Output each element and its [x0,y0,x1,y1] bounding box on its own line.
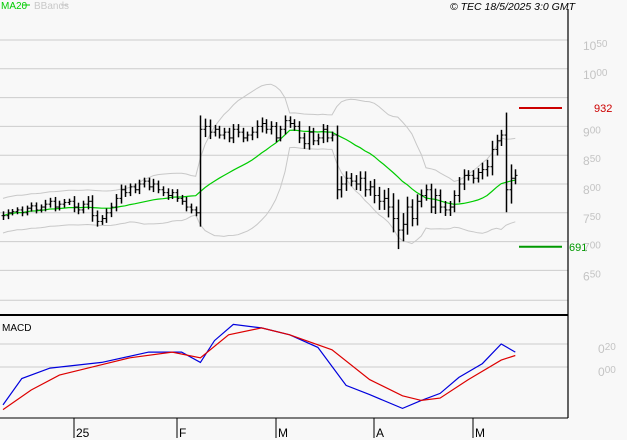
y-tick-label-decimals: 00 [596,68,608,79]
macd-tick-label-decimals: 20 [605,342,617,353]
y-tick-label: 700 [583,241,601,255]
macd-line [2,323,516,410]
x-tick-label: 25 [76,426,90,440]
x-axis-labels: 25 F M A M [73,418,485,440]
y-tick-label-decimals: 50 [590,269,602,280]
legend-ma20: MA20 [1,1,28,12]
y-axis-labels: 1050 1000 900 850 800 750 700 650 020 000 [583,39,616,379]
stock-chart: 932691 10501000900850800750700650020000 … [0,1,616,440]
macd-tick-label: 000 [598,365,616,379]
y-tick-label: 800 [583,183,601,197]
high-marker-label: 932 [594,103,612,115]
y-tick-label-decimals: 50 [596,39,608,50]
macd-tick-label-decimals: 00 [605,365,617,376]
bollinger-bands [2,83,516,245]
x-tick-label: M [475,426,485,440]
y-tick-label-decimals: 50 [590,212,602,223]
y-tick-label-decimals: 00 [590,125,602,136]
y-tick-label: 650 [583,269,601,283]
y-tick-label-decimals: 00 [590,183,602,194]
y-tick-label: 900 [583,125,601,139]
copyright-timestamp: © TEC 18/5/2025 3:0 GMT [450,1,577,13]
macd-label: MACD [2,323,31,334]
x-tick-label: M [278,426,288,440]
y-tick-label: 750 [583,212,601,226]
macd-tick-label: 020 [598,342,616,356]
legend-bbands: BBands [34,1,69,12]
ma20-polyline [2,129,516,217]
bollinger-lower [2,146,516,245]
y-tick-label: 1050 [583,39,608,53]
y-tick-label-decimals: 50 [590,154,602,165]
y-tick-label: 1000 [583,68,608,82]
x-tick-label: A [376,426,384,440]
signal-line [2,327,516,411]
y-tick-label: 850 [583,154,601,168]
x-tick-label: F [179,426,186,440]
gridlines [0,39,568,368]
ma20-line [2,129,516,217]
y-tick-label-decimals: 00 [590,241,602,252]
bollinger-upper [2,83,516,199]
